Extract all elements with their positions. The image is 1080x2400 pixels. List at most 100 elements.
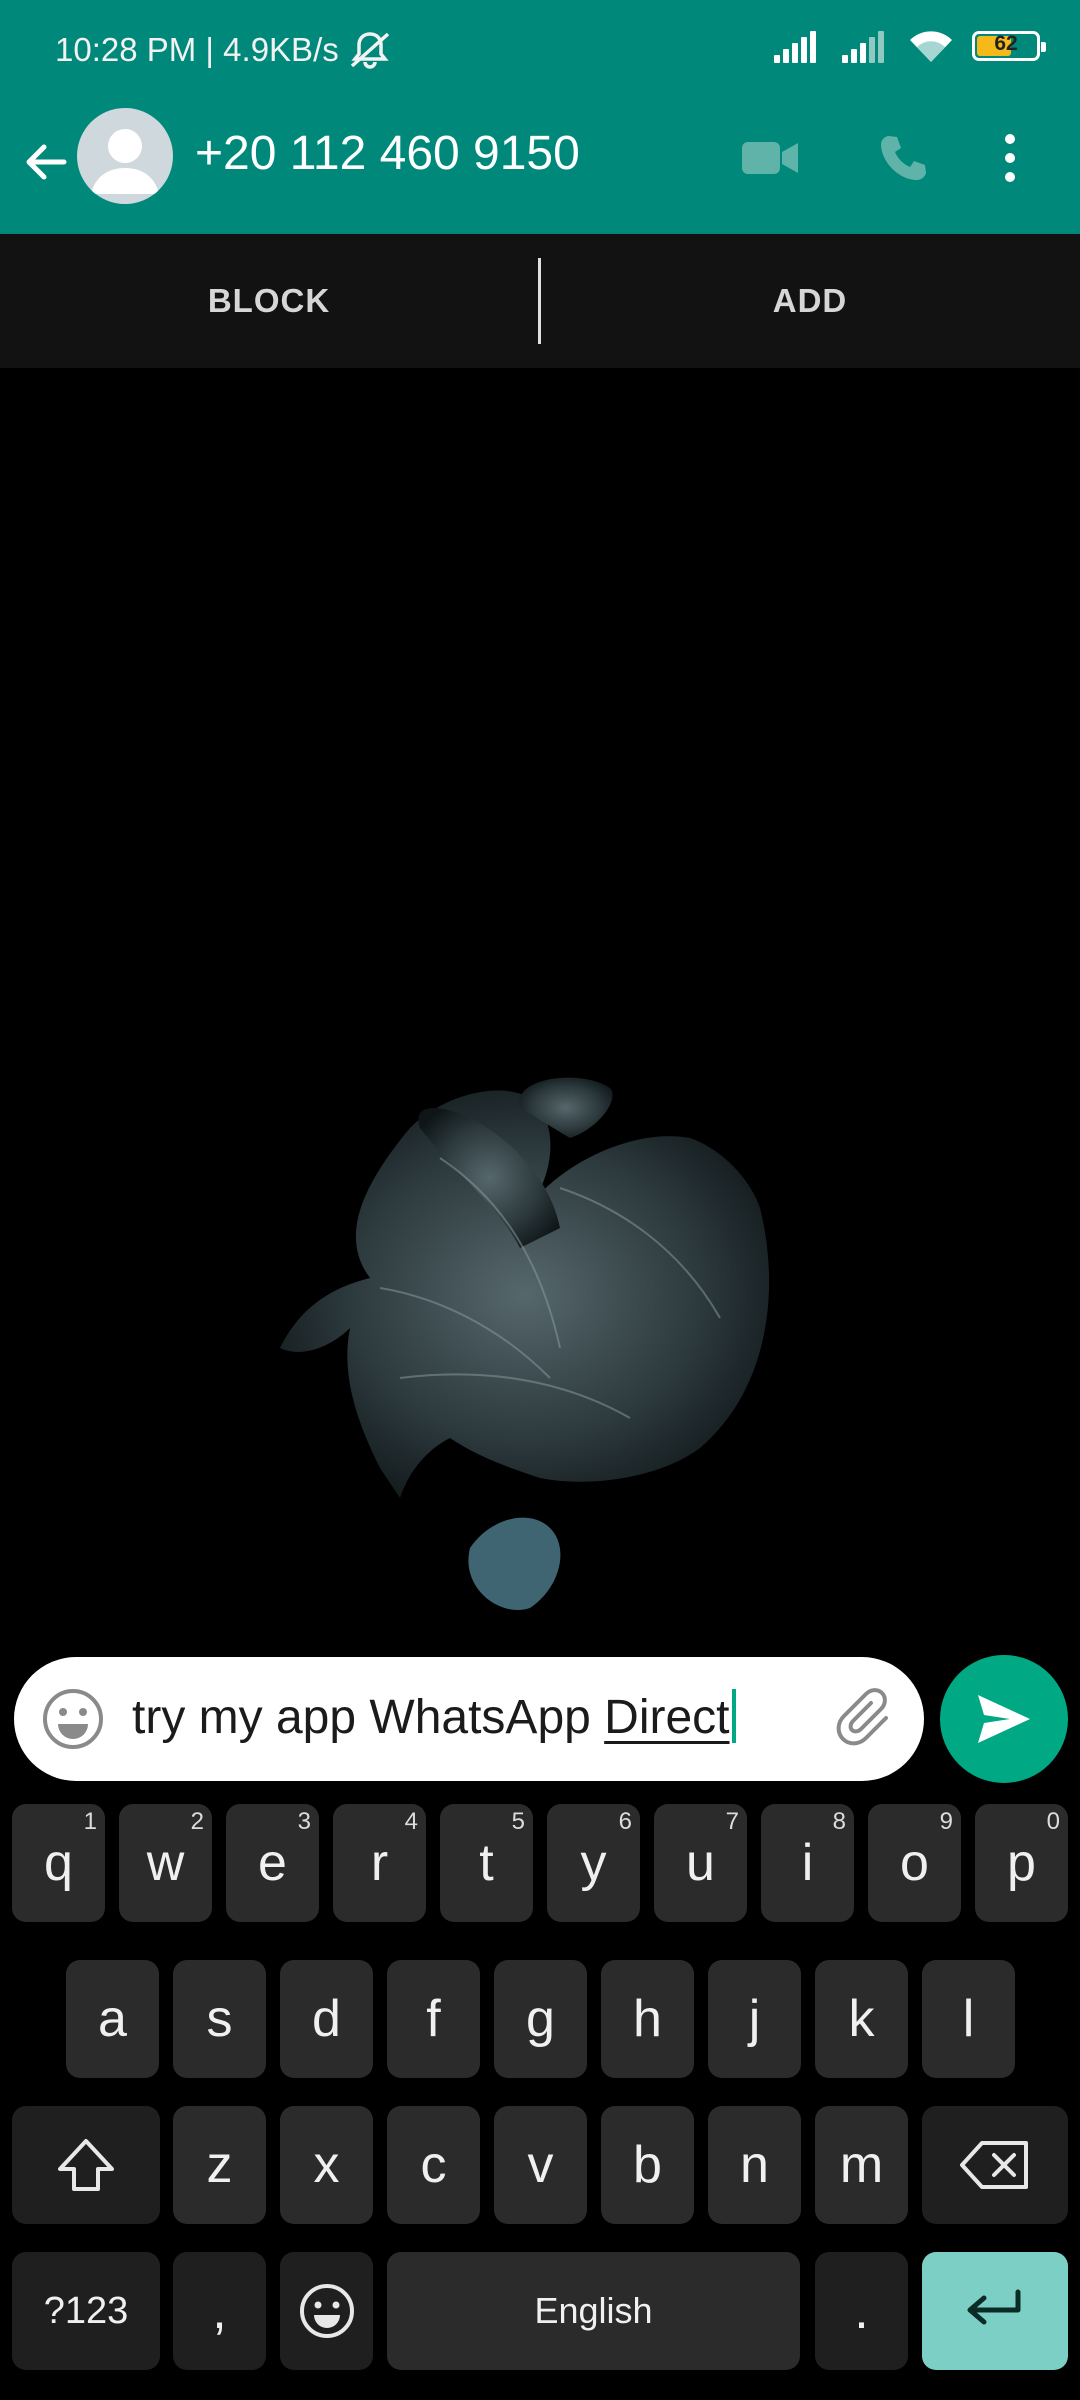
key-c[interactable]: c [387,2106,480,2224]
key-j[interactable]: j [708,1960,801,2078]
emoji-key-icon [299,2284,354,2338]
key-label: u [686,1834,715,1892]
key-h[interactable]: h [601,1960,694,2078]
more-options-button[interactable] [985,128,1035,188]
key-label: o [900,1834,929,1892]
more-options-icon [1005,134,1015,182]
contact-name[interactable]: +20 112 460 9150 [195,126,580,181]
avatar-icon [91,129,159,194]
network-speed: 4.9KB/s [223,31,339,68]
battery-icon: 62 [972,31,1046,61]
key-r[interactable]: r4 [333,1804,426,1922]
chat-wallpaper [0,368,1080,1658]
backspace-key[interactable] [922,2106,1068,2224]
add-button[interactable]: ADD [541,234,1079,368]
battery-level: 62 [994,32,1018,55]
key-label: q [44,1834,73,1892]
on-screen-keyboard: q1 w2 e3 r4 t5 y6 u7 i8 o9 p0 a s d f g … [0,1790,1080,2400]
video-call-button[interactable] [735,128,805,188]
key-label: y [580,1834,607,1892]
key-label: t [479,1834,494,1892]
key-k[interactable]: k [815,1960,908,2078]
key-hint: 4 [404,1808,418,1835]
message-text: try my app WhatsApp [132,1691,605,1744]
key-t[interactable]: t5 [440,1804,533,1922]
status-bar: 10:28 PM | 4.9KB/s 62 [0,0,1080,104]
attach-icon [836,1688,888,1746]
key-n[interactable]: n [708,2106,801,2224]
chat-header: +20 112 460 9150 [0,104,1080,234]
key-f[interactable]: f [387,1960,480,2078]
message-compose-box[interactable]: try my app WhatsApp Direct [14,1657,924,1781]
key-l[interactable]: l [922,1960,1015,2078]
unknown-contact-bar: BLOCK ADD [0,234,1080,368]
status-left: 10:28 PM | 4.9KB/s [55,30,393,70]
key-hint: 7 [725,1808,739,1835]
status-right: 62 [772,28,1046,64]
key-e[interactable]: e3 [226,1804,319,1922]
key-label: w [146,1834,185,1892]
key-hint: 6 [618,1808,632,1835]
key-g[interactable]: g [494,1960,587,2078]
key-o[interactable]: o9 [868,1804,961,1922]
key-hint: 9 [939,1808,953,1835]
wifi-icon [910,31,952,62]
composing-word: Direct [604,1691,730,1744]
key-label: i [801,1834,814,1892]
key-hint: 0 [1046,1808,1060,1835]
key-hint: 2 [190,1808,204,1835]
text-cursor [731,1689,736,1743]
key-u[interactable]: u7 [654,1804,747,1922]
symbols-key[interactable]: ?123 [12,2252,160,2370]
key-hint: 1 [83,1808,97,1835]
battery-cap [1041,42,1046,52]
avatar[interactable] [77,108,173,204]
send-button[interactable] [940,1655,1068,1783]
key-w[interactable]: w2 [119,1804,212,1922]
send-icon [978,1695,1030,1743]
key-p[interactable]: p0 [975,1804,1068,1922]
video-call-icon [742,142,798,174]
key-d[interactable]: d [280,1960,373,2078]
attach-button[interactable] [834,1684,904,1754]
block-button[interactable]: BLOCK [0,234,538,368]
emoji-button[interactable] [38,1684,108,1754]
period-key[interactable]: . [815,2252,908,2370]
key-x[interactable]: x [280,2106,373,2224]
emoji-key[interactable] [280,2252,373,2370]
voice-call-button[interactable] [868,128,938,188]
back-arrow-icon [26,144,67,180]
emoji-icon [43,1689,103,1749]
key-hint: 5 [511,1808,525,1835]
status-separator: | [196,31,224,68]
voice-call-icon [881,136,926,180]
key-label: e [258,1834,287,1892]
key-hint: 8 [832,1808,846,1835]
shift-key[interactable] [12,2106,160,2224]
enter-icon [967,2289,1021,2325]
signal-icon-2 [842,31,884,63]
key-b[interactable]: b [601,2106,694,2224]
enter-key[interactable] [922,2252,1068,2370]
mute-icon [350,32,389,69]
key-s[interactable]: s [173,1960,266,2078]
message-input[interactable]: try my app WhatsApp Direct [132,1689,736,1745]
backspace-icon [960,2141,1028,2189]
key-z[interactable]: z [173,2106,266,2224]
key-a[interactable]: a [66,1960,159,2078]
shift-icon [58,2139,114,2191]
back-button[interactable] [16,132,76,192]
key-hint: 3 [297,1808,311,1835]
betta-fish-wallpaper [280,1077,770,1610]
key-label: r [370,1834,389,1892]
key-m[interactable]: m [815,2106,908,2224]
space-key[interactable]: English [387,2252,800,2370]
key-q[interactable]: q1 [12,1804,105,1922]
comma-key[interactable]: , [173,2252,266,2370]
status-time: 10:28 PM [55,31,197,68]
key-y[interactable]: y6 [547,1804,640,1922]
key-i[interactable]: i8 [761,1804,854,1922]
key-v[interactable]: v [494,2106,587,2224]
key-label: p [1007,1834,1036,1892]
signal-icon [774,31,816,63]
